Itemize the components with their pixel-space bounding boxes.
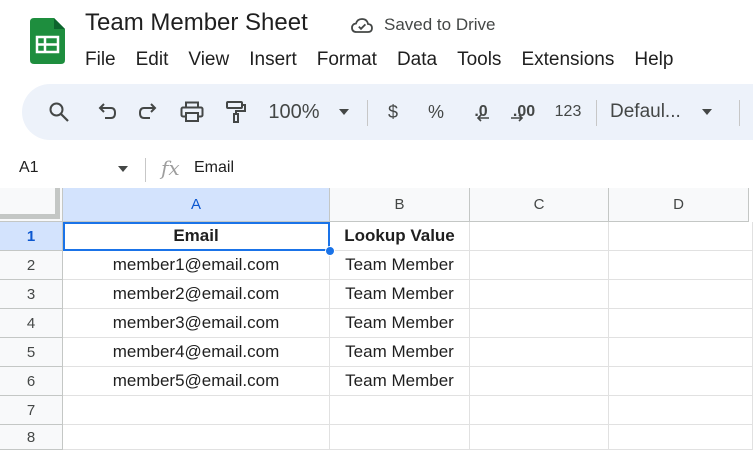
cell-d3[interactable]	[609, 280, 753, 309]
menu-help[interactable]: Help	[624, 46, 683, 74]
column-header-a[interactable]: A	[63, 188, 330, 222]
cloud-saved-icon	[351, 18, 373, 33]
cell-d6[interactable]	[609, 367, 753, 396]
chevron-down-icon[interactable]	[117, 165, 129, 173]
chevron-down-icon	[338, 109, 349, 115]
cell-c5[interactable]	[470, 338, 609, 367]
font-value: Defaul...	[610, 101, 681, 122]
row-header-6[interactable]: 6	[0, 367, 63, 396]
cell-a6[interactable]: member5@email.com	[63, 367, 330, 396]
cell-a7[interactable]	[63, 396, 330, 425]
decrease-decimal-button[interactable]: .0	[465, 84, 497, 140]
cell-b2[interactable]: Team Member	[330, 251, 470, 280]
redo-icon	[138, 103, 157, 119]
cell-b4[interactable]: Team Member	[330, 309, 470, 338]
cell-d5[interactable]	[609, 338, 753, 367]
arrow-left-icon	[476, 114, 489, 122]
save-status-text: Saved to Drive	[384, 15, 496, 34]
cell-b7[interactable]	[330, 396, 470, 425]
row-header-4[interactable]: 4	[0, 309, 63, 338]
paint-format-button[interactable]	[222, 84, 250, 140]
row-header-7[interactable]: 7	[0, 396, 63, 425]
cell-a2[interactable]: member1@email.com	[63, 251, 330, 280]
cell-d2[interactable]	[609, 251, 753, 280]
cell-b6[interactable]: Team Member	[330, 367, 470, 396]
cell-d8[interactable]	[609, 425, 753, 450]
menu-extensions[interactable]: Extensions	[511, 46, 624, 74]
search-button[interactable]	[44, 84, 74, 140]
toolbar: 100% $ % .0 .00 123 Defaul...	[22, 84, 753, 140]
toolbar-divider	[367, 100, 368, 126]
increase-decimal-button[interactable]: .00	[507, 84, 541, 140]
search-icon	[49, 102, 69, 122]
cell-d7[interactable]	[609, 396, 753, 425]
print-icon	[180, 101, 204, 122]
paint-format-icon	[226, 101, 246, 123]
chevron-down-icon	[701, 109, 712, 115]
formula-input[interactable]: Email	[194, 159, 234, 177]
cell-a8[interactable]	[63, 425, 330, 450]
menu-edit[interactable]: Edit	[126, 46, 179, 74]
row-header-5[interactable]: 5	[0, 338, 63, 367]
toolbar-divider	[596, 100, 597, 126]
cell-d1[interactable]	[609, 222, 753, 251]
cell-b8[interactable]	[330, 425, 470, 450]
menu-tools[interactable]: Tools	[447, 46, 511, 74]
undo-button[interactable]	[92, 84, 120, 140]
cell-c3[interactable]	[470, 280, 609, 309]
menu-insert[interactable]: Insert	[239, 46, 307, 74]
cell-a1[interactable]: Email	[63, 222, 330, 251]
column-header-c[interactable]: C	[470, 188, 609, 222]
cell-c8[interactable]	[470, 425, 609, 450]
cell-c7[interactable]	[470, 396, 609, 425]
menu-view[interactable]: View	[178, 46, 239, 74]
arrow-right-icon	[511, 114, 524, 122]
toolbar-divider	[739, 100, 740, 126]
spreadsheet-grid: A B C D 1 2 3 4 5 6 7 8 Email Lookup Val…	[0, 188, 753, 450]
percent-format-button[interactable]: %	[422, 84, 450, 140]
print-button[interactable]	[177, 84, 207, 140]
select-all-corner[interactable]	[0, 188, 63, 222]
row-header-8[interactable]: 8	[0, 425, 63, 450]
zoom-select[interactable]: 100%	[264, 84, 354, 140]
row-header-2[interactable]: 2	[0, 251, 63, 280]
redo-button[interactable]	[135, 84, 163, 140]
formula-bar: A1 fx Email	[0, 150, 753, 188]
save-status[interactable]: Saved to Drive	[350, 13, 496, 37]
menu-data[interactable]: Data	[387, 46, 447, 74]
cell-b5[interactable]: Team Member	[330, 338, 470, 367]
cell-d4[interactable]	[609, 309, 753, 338]
zoom-value: 100%	[268, 100, 320, 123]
row-header-3[interactable]: 3	[0, 280, 63, 309]
fx-icon: fx	[161, 156, 180, 180]
menu-bar: File Edit View Insert Format Data Tools …	[75, 46, 683, 74]
cell-a4[interactable]: member3@email.com	[63, 309, 330, 338]
cell-c2[interactable]	[470, 251, 609, 280]
cell-b3[interactable]: Team Member	[330, 280, 470, 309]
cell-c1[interactable]	[470, 222, 609, 251]
cell-a3[interactable]: member2@email.com	[63, 280, 330, 309]
cell-c4[interactable]	[470, 309, 609, 338]
column-header-b[interactable]: B	[330, 188, 470, 222]
fill-handle[interactable]	[325, 246, 335, 256]
cell-b1[interactable]: Lookup Value	[330, 222, 470, 251]
cell-c6[interactable]	[470, 367, 609, 396]
document-title[interactable]: Team Member Sheet	[85, 9, 308, 37]
font-select[interactable]: Defaul...	[610, 84, 725, 140]
formula-divider	[145, 158, 146, 182]
number-format-button[interactable]: 123	[550, 84, 586, 140]
row-header-1[interactable]: 1	[0, 222, 63, 251]
undo-icon	[98, 103, 117, 119]
menu-format[interactable]: Format	[307, 46, 387, 74]
column-header-d[interactable]: D	[609, 188, 749, 222]
name-box[interactable]: A1	[19, 159, 39, 177]
currency-format-button[interactable]: $	[380, 84, 406, 140]
menu-file[interactable]: File	[75, 46, 126, 74]
cell-a5[interactable]: member4@email.com	[63, 338, 330, 367]
